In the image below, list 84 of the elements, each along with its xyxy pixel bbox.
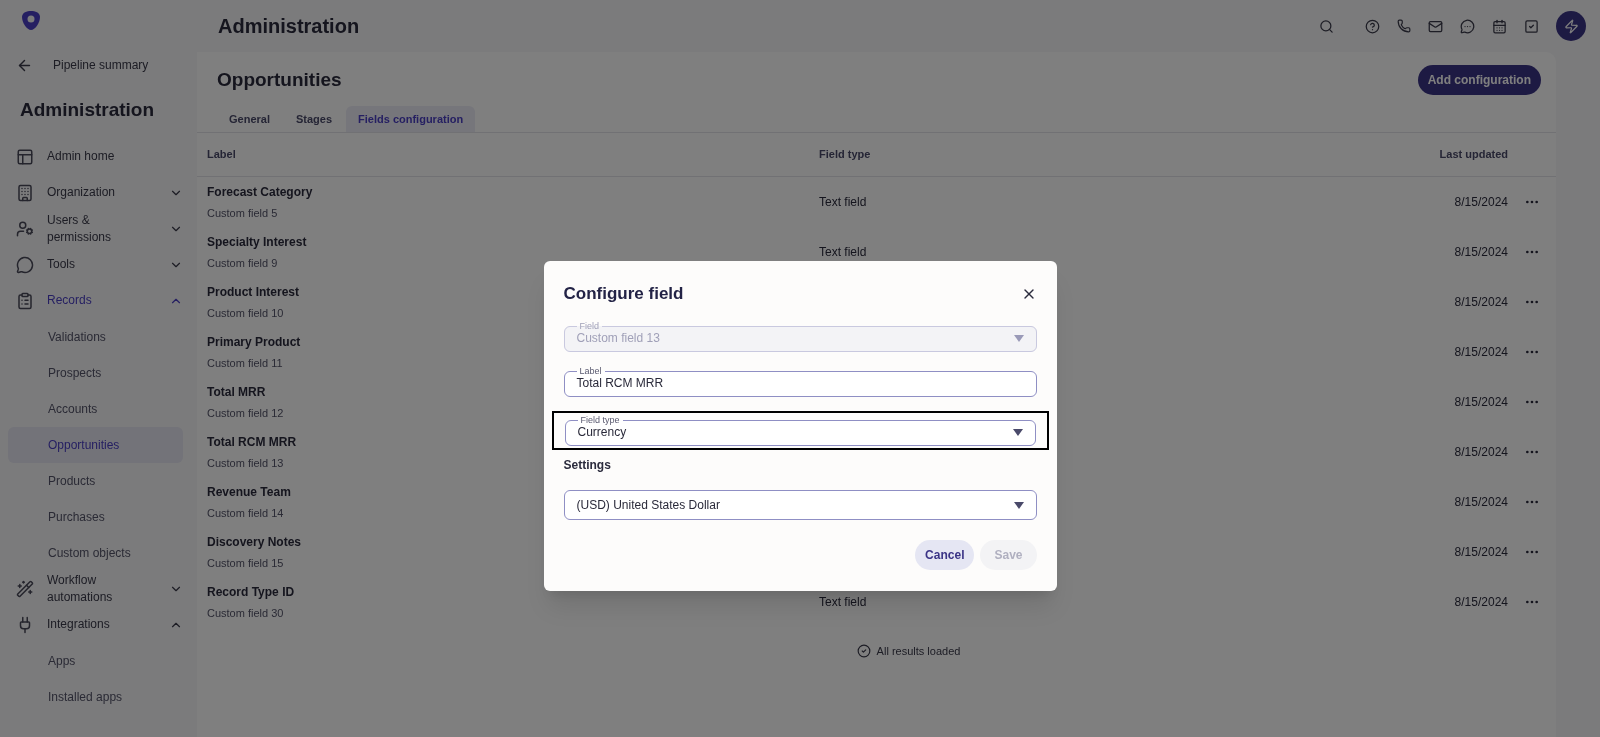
chat-icon[interactable] [1460, 18, 1475, 34]
date-cell-text: 8/15/2024 [1453, 594, 1508, 611]
field-label: Total MRR [207, 383, 266, 401]
select-field[interactable]: Field type Currency [564, 415, 1036, 446]
field-label: Discovery Notes [207, 533, 302, 551]
dialog-button[interactable]: Cancel [915, 540, 975, 570]
field-label: Revenue Team [207, 483, 291, 501]
field-label: Specialty Interest [207, 233, 307, 251]
sidebar-title: Administration [20, 98, 156, 122]
field-subtitle: Custom field 14 [207, 505, 284, 521]
dialog-title: Configure field [563, 283, 684, 306]
field-subtitle: Custom field 15 [207, 555, 284, 571]
sidebar-subitem[interactable]: Opportunities [8, 426, 183, 463]
sidebar-subitem[interactable]: Apps [8, 642, 183, 679]
back-link[interactable]: Pipeline summary [16, 56, 183, 74]
tab[interactable]: Stages [283, 106, 345, 132]
mail-icon[interactable] [1428, 18, 1443, 34]
sidebar-subitem[interactable]: Validations [8, 318, 183, 355]
settings-heading: Settings [563, 457, 612, 474]
column-header: Last updated [1438, 147, 1508, 163]
field-label: Primary Product [207, 333, 301, 351]
tab[interactable]: General [217, 106, 282, 132]
add-configuration-button[interactable]: Add configuration [1417, 65, 1541, 95]
sidebar-subitem[interactable]: Accounts [8, 390, 183, 427]
calendar-icon[interactable] [1492, 18, 1507, 34]
sidebar-subitem[interactable]: Installed apps [8, 678, 183, 715]
building-icon [16, 183, 34, 202]
checklist-icon[interactable] [1524, 18, 1539, 34]
field-type-cell: Text field [819, 245, 867, 259]
sidebar-subitem[interactable]: Custom objects [8, 534, 183, 571]
check-circle-icon [856, 644, 871, 659]
field-label: Forecast Category [207, 183, 313, 201]
help-icon[interactable] [1365, 18, 1380, 34]
sidebar-item[interactable]: Workflow automations [8, 570, 183, 607]
clipboard-icon [16, 291, 34, 310]
chat-bubble-icon [16, 255, 34, 274]
column-header: Field type [819, 147, 872, 163]
page-title: Opportunities [217, 67, 342, 92]
date-cell-text: 8/15/2024 [1453, 444, 1508, 461]
select-field[interactable]: (USD) United States Dollar [563, 490, 1037, 520]
field-label: Total RCM MRR [207, 433, 297, 451]
sidebar-item[interactable]: Integrations [8, 606, 183, 643]
sidebar-item[interactable]: Tools [8, 246, 183, 283]
shield-logo-icon[interactable] [20, 10, 42, 32]
field-label: Product Interest [207, 283, 299, 301]
caret-icon [1013, 334, 1024, 342]
search-icon[interactable] [1319, 18, 1334, 34]
date-cell-text: 8/15/2024 [1453, 244, 1508, 261]
field-subtitle: Custom field 30 [207, 605, 284, 621]
date-cell-text: 8/15/2024 [1453, 494, 1508, 511]
layout-icon [16, 147, 34, 166]
date-cell-text: 8/15/2024 [1453, 394, 1508, 411]
lightning-icon [1563, 18, 1579, 34]
sidebar-item[interactable]: Records [8, 282, 183, 319]
results-status: All results loaded [856, 643, 961, 660]
date-cell-text: 8/15/2024 [1453, 344, 1508, 361]
sidebar-item[interactable]: Admin home [8, 138, 183, 175]
sidebar-subitem[interactable]: Purchases [8, 498, 183, 535]
sidebar-item[interactable]: Users & permissions [8, 210, 183, 247]
column-header: Label [207, 147, 237, 163]
date-cell-text: 8/15/2024 [1453, 544, 1508, 561]
lightning-avatar[interactable] [1556, 11, 1586, 41]
page-header-title: Administration [218, 14, 361, 39]
field-subtitle: Custom field 10 [207, 305, 284, 321]
user-gear-icon [16, 219, 34, 238]
field-subtitle: Custom field 5 [207, 205, 278, 221]
phone-icon[interactable] [1397, 19, 1411, 33]
input-field[interactable]: Label Total RCM MRR [563, 366, 1037, 397]
field-label: Record Type ID [207, 583, 295, 601]
sidebar-item[interactable]: Organization [8, 174, 183, 211]
sidebar-subitem[interactable]: Products [8, 462, 183, 499]
field-subtitle: Custom field 13 [207, 455, 284, 471]
field-subtitle: Custom field 9 [207, 255, 278, 271]
field-subtitle: Custom field 12 [207, 405, 284, 421]
date-cell-text: 8/15/2024 [1453, 194, 1508, 211]
field-type-cell: Text field [819, 195, 867, 209]
date-cell-text: 8/15/2024 [1453, 294, 1508, 311]
wand-icon [16, 579, 34, 598]
sidebar-subitem[interactable]: Prospects [8, 354, 183, 391]
field-type-cell: Text field [819, 595, 867, 609]
field-subtitle: Custom field 11 [207, 355, 283, 371]
caret-icon [1012, 428, 1023, 436]
caret-icon [1013, 501, 1024, 509]
tab[interactable]: Fields configuration [346, 106, 476, 132]
